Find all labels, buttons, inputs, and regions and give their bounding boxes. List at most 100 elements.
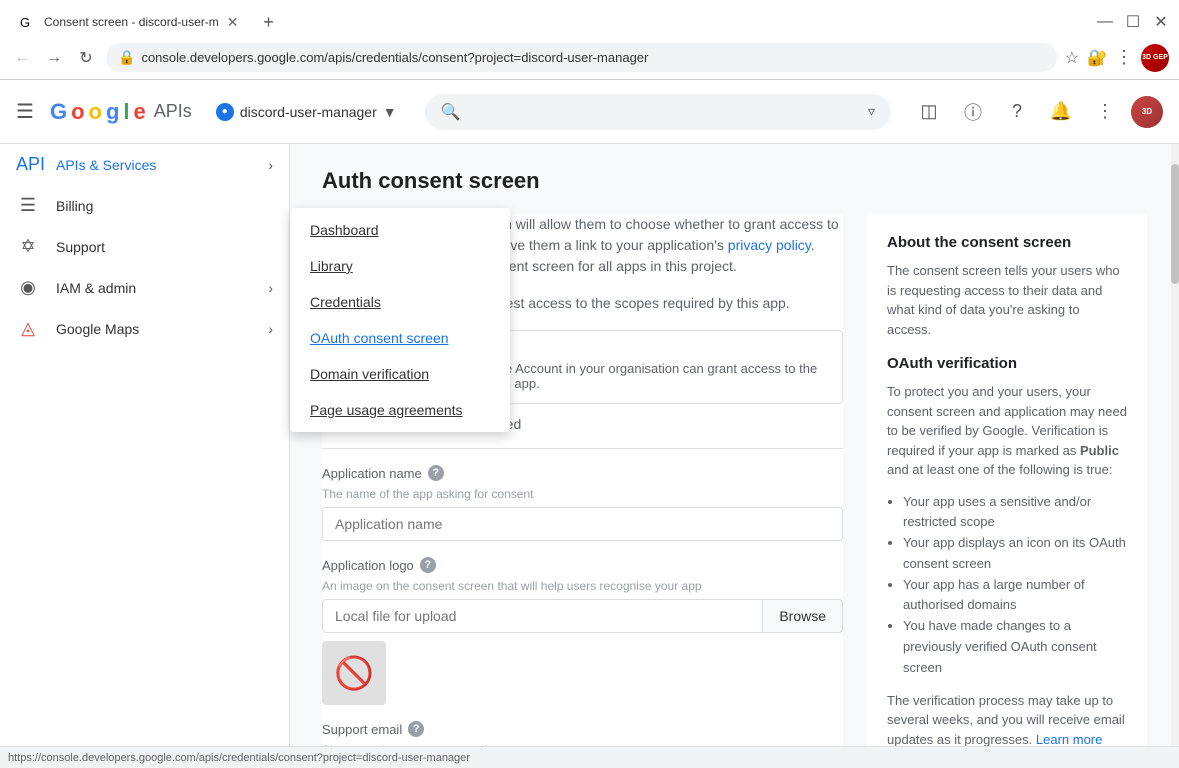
maps-chevron-icon: ›	[268, 321, 273, 337]
settings-menu-icon[interactable]: ⋮	[1087, 94, 1123, 130]
project-selector[interactable]: ● discord-user-manager ▼	[208, 99, 405, 125]
google-letter-g-blue2: g	[106, 99, 119, 125]
apis-chevron-icon: ›	[268, 157, 273, 173]
hamburger-menu-icon[interactable]: ☰	[16, 99, 34, 124]
image-placeholder-icon: 🚫	[334, 654, 374, 692]
window-controls: — ☐ ✕	[1095, 12, 1171, 32]
oauth-mid-text: and at least one of the following is tru…	[887, 462, 1112, 477]
oauth-bullet-4: You have made changes to a previously ve…	[903, 616, 1127, 678]
iam-chevron-icon: ›	[268, 280, 273, 296]
sidebar-item-maps[interactable]: ◬ Google Maps ›	[0, 308, 289, 349]
oauth-bullets-list: Your app uses a sensitive and/or restric…	[887, 492, 1127, 679]
bookmark-icon[interactable]: ☆	[1065, 48, 1079, 68]
dropdown-item-page-usage[interactable]: Page usage agreements	[290, 392, 510, 428]
sidebar: API APIs & Services › ☰ Billing ✡ Suppor…	[0, 144, 290, 746]
consent-screen-title: About the consent screen	[887, 234, 1127, 251]
apis-dropdown-menu: Dashboard Library Credentials OAuth cons…	[290, 208, 510, 432]
support-email-label-row: Support email ?	[322, 721, 843, 737]
google-letter-o-yellow: o	[89, 99, 102, 125]
maximize-button[interactable]: ☐	[1123, 12, 1143, 32]
app-logo-help-icon[interactable]: ?	[420, 557, 436, 573]
address-bar-actions: ☆ 🔐 ⋮ 3D GEP	[1065, 44, 1169, 72]
extension-icon[interactable]: 🔐	[1087, 48, 1107, 68]
tab-favicon: G	[20, 14, 36, 30]
dropdown-item-oauth[interactable]: OAuth consent screen	[290, 320, 510, 356]
app-section: ☰ Google APIs ● discord-user-manager ▼ 🔍…	[0, 80, 1179, 768]
app-name-hint: The name of the app asking for consent	[322, 487, 843, 501]
browse-button[interactable]: Browse	[762, 599, 843, 633]
dropdown-item-dashboard[interactable]: Dashboard	[290, 212, 510, 248]
support-email-label-text: Support email	[322, 722, 402, 737]
app-logo-hint: An image on the consent screen that will…	[322, 579, 843, 593]
topbar-actions: ◫ ⓘ ? 🔔 ⋮ 3D	[911, 94, 1163, 130]
google-letter-l-green: l	[123, 99, 129, 125]
sidebar-label-iam: IAM & admin	[56, 280, 252, 296]
page-root: G Consent screen - discord-user-m ✕ + — …	[0, 0, 1179, 768]
sidebar-item-billing[interactable]: ☰ Billing	[0, 185, 289, 226]
topbar-avatar-initials: 3D	[1142, 107, 1152, 116]
sidebar-item-apis[interactable]: API APIs & Services ›	[0, 144, 289, 185]
search-box: 🔍 ▿	[425, 94, 891, 130]
help-icon[interactable]: ?	[999, 94, 1035, 130]
tab-bar: G Consent screen - discord-user-m ✕ +	[8, 8, 282, 36]
grid-apps-icon[interactable]: ◫	[911, 94, 947, 130]
app-name-input[interactable]	[322, 507, 843, 541]
reload-button[interactable]: ↻	[74, 48, 98, 68]
dropdown-item-credentials[interactable]: Credentials	[290, 284, 510, 320]
search-input[interactable]	[469, 104, 860, 120]
sidebar-item-iam[interactable]: ◉ IAM & admin ›	[0, 267, 289, 308]
security-lock-icon: 🔒	[118, 49, 135, 66]
sidebar-item-support[interactable]: ✡ Support	[0, 226, 289, 267]
topbar-search: 🔍 ▿	[425, 94, 891, 130]
forward-button[interactable]: →	[42, 49, 66, 67]
logo-placeholder: 🚫	[322, 641, 386, 705]
browser-chrome: G Consent screen - discord-user-m ✕ + — …	[0, 0, 1179, 80]
iam-icon: ◉	[16, 277, 40, 298]
google-letter-g-blue: G	[50, 99, 67, 125]
oauth-bullet-2: Your app displays an icon on its OAuth c…	[903, 533, 1127, 575]
learn-more-verification-link[interactable]: Learn more	[1036, 732, 1102, 746]
app-logo-label-row: Application logo ?	[322, 557, 843, 573]
sidebar-label-support: Support	[56, 239, 273, 255]
minimize-button[interactable]: —	[1095, 13, 1115, 31]
dropdown-item-domain[interactable]: Domain verification	[290, 356, 510, 392]
file-upload-input[interactable]	[322, 599, 762, 633]
support-email-help-icon[interactable]: ?	[408, 721, 424, 737]
notifications-icon[interactable]: 🔔	[1043, 94, 1079, 130]
support-email-hint: Shown on the consent screen for user sup…	[322, 743, 843, 746]
privacy-policy-link[interactable]: privacy policy	[728, 237, 811, 253]
scrollbar-thumb[interactable]	[1171, 164, 1179, 284]
app-name-label-row: Application name ?	[322, 465, 843, 481]
close-button[interactable]: ✕	[1151, 12, 1171, 32]
maps-icon: ◬	[16, 318, 40, 339]
browser-menu-button[interactable]: ⋮	[1115, 47, 1133, 68]
google-letter-o-red: o	[71, 99, 84, 125]
status-bar-url: https://console.developers.google.com/ap…	[8, 752, 470, 764]
app-logo-field-group: Application logo ? An image on the conse…	[322, 557, 843, 705]
gcp-info-icon[interactable]: ⓘ	[955, 94, 991, 130]
apis-text: APIs	[154, 101, 192, 122]
avatar-initials: 3D GEP	[1142, 54, 1168, 61]
active-tab[interactable]: G Consent screen - discord-user-m ✕	[8, 8, 250, 36]
support-email-field-group: Support email ? Shown on the consent scr…	[322, 721, 843, 746]
tab-close-button[interactable]: ✕	[227, 14, 239, 31]
billing-icon: ☰	[16, 195, 40, 216]
app-name-label-text: Application name	[322, 466, 422, 481]
url-box[interactable]: 🔒 console.developers.google.com/apis/cre…	[106, 43, 1057, 72]
browser-profile-avatar[interactable]: 3D GEP	[1141, 44, 1169, 72]
status-bar: https://console.developers.google.com/ap…	[0, 746, 1179, 768]
scrollbar-track	[1171, 144, 1179, 746]
url-text: console.developers.google.com/apis/crede…	[141, 50, 1044, 65]
app-name-help-icon[interactable]: ?	[428, 465, 444, 481]
project-dot-icon: ●	[216, 103, 234, 121]
search-magnify-icon: 🔍	[441, 102, 461, 122]
project-dropdown-arrow-icon: ▼	[383, 104, 397, 120]
right-panel: About the consent screen The consent scr…	[867, 214, 1147, 746]
search-expand-icon[interactable]: ▿	[868, 103, 875, 120]
user-profile-avatar[interactable]: 3D	[1131, 96, 1163, 128]
sidebar-label-billing: Billing	[56, 198, 273, 214]
dropdown-item-library[interactable]: Library	[290, 248, 510, 284]
support-icon: ✡	[16, 236, 40, 257]
back-button[interactable]: ←	[10, 49, 34, 67]
new-tab-button[interactable]: +	[254, 8, 282, 36]
